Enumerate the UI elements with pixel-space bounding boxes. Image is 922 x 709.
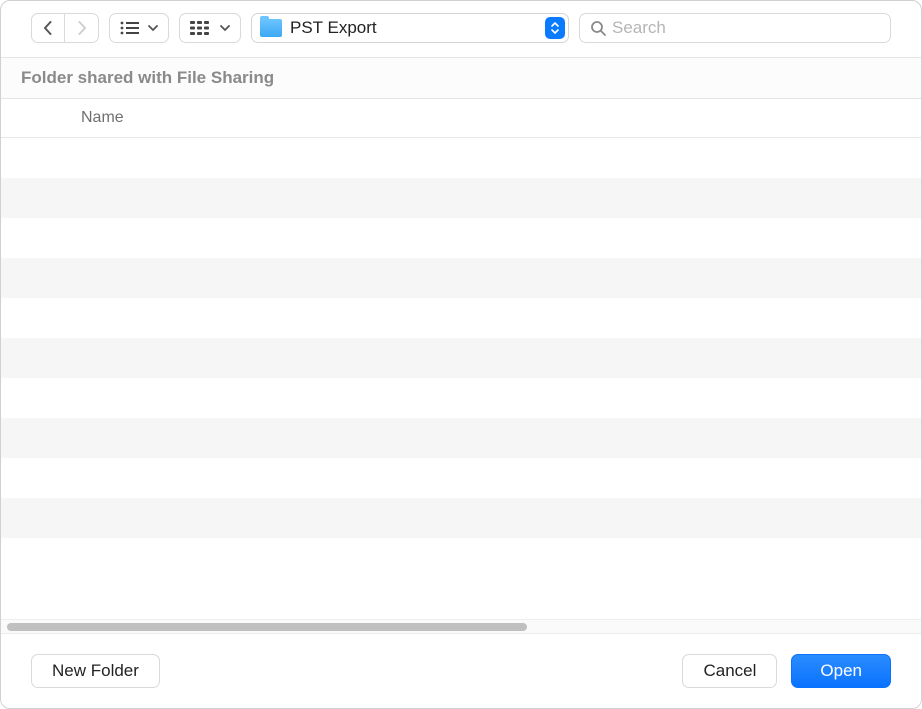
cancel-button[interactable]: Cancel xyxy=(682,654,777,688)
sharing-banner: Folder shared with File Sharing xyxy=(1,57,921,99)
list-row xyxy=(1,218,921,258)
list-view-icon xyxy=(120,21,140,35)
toolbar: PST Export xyxy=(1,1,921,57)
group-icon xyxy=(190,21,212,35)
updown-icon xyxy=(545,17,565,39)
folder-icon xyxy=(260,19,282,37)
list-row xyxy=(1,498,921,538)
chevron-right-icon xyxy=(77,21,87,35)
list-row xyxy=(1,338,921,378)
chevron-down-icon xyxy=(220,25,230,31)
location-label: PST Export xyxy=(290,18,537,38)
horizontal-scrollbar[interactable] xyxy=(1,619,921,633)
list-row xyxy=(1,378,921,418)
open-dialog: PST Export Folder shared with File Shari… xyxy=(0,0,922,709)
location-selector[interactable]: PST Export xyxy=(251,13,569,43)
dialog-footer: New Folder Cancel Open xyxy=(1,633,921,708)
list-row xyxy=(1,418,921,458)
search-field[interactable] xyxy=(579,13,891,43)
nav-group xyxy=(31,13,99,43)
list-row xyxy=(1,178,921,218)
view-mode-button[interactable] xyxy=(109,13,169,43)
open-button[interactable]: Open xyxy=(791,654,891,688)
chevron-down-icon xyxy=(148,25,158,31)
group-by-button[interactable] xyxy=(179,13,241,43)
file-list[interactable] xyxy=(1,138,921,619)
list-row xyxy=(1,258,921,298)
list-row xyxy=(1,458,921,498)
new-folder-button[interactable]: New Folder xyxy=(31,654,160,688)
back-button[interactable] xyxy=(31,13,65,43)
list-row xyxy=(1,138,921,178)
scrollbar-thumb[interactable] xyxy=(7,623,527,631)
search-input[interactable] xyxy=(612,18,880,38)
search-icon xyxy=(590,20,606,36)
column-header-name[interactable]: Name xyxy=(1,99,921,138)
forward-button[interactable] xyxy=(65,13,99,43)
chevron-left-icon xyxy=(43,21,53,35)
list-row xyxy=(1,298,921,338)
